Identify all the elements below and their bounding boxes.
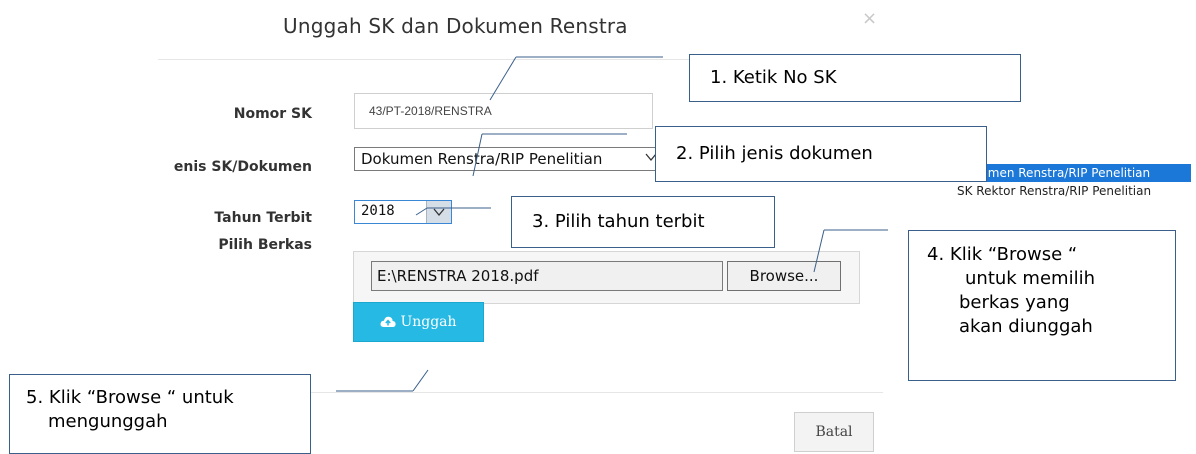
callout-text: 2. Pilih jenis dokumen <box>676 143 873 164</box>
callout-text: 5. Klik “Browse “ untuk <box>26 387 234 408</box>
callout-step-3: 3. Pilih tahun terbit <box>511 196 775 248</box>
callout-text: 3. Pilih tahun terbit <box>532 211 705 232</box>
leader-line-5 <box>412 369 429 392</box>
leader-line-1 <box>489 56 517 101</box>
leader-line-2 <box>472 133 483 177</box>
callout-text: untuk memilih <box>965 268 1095 289</box>
leader-line-4 <box>813 229 825 273</box>
callout-step-4: 4. Klik “Browse “ untuk memilih berkas y… <box>908 230 1176 381</box>
callout-step-2: 2. Pilih jenis dokumen <box>655 126 987 182</box>
leader-line-3 <box>415 207 428 216</box>
callout-text: akan diunggah <box>959 316 1093 337</box>
callout-step-5: 5. Klik “Browse “ untuk mengunggah <box>9 374 311 454</box>
callout-text: mengunggah <box>48 411 168 432</box>
callout-text: berkas yang <box>959 292 1070 313</box>
callout-step-1: 1. Ketik No SK <box>689 54 1021 102</box>
callout-text: 4. Klik “Browse “ <box>927 244 1078 265</box>
callout-text: 1. Ketik No SK <box>710 67 837 88</box>
